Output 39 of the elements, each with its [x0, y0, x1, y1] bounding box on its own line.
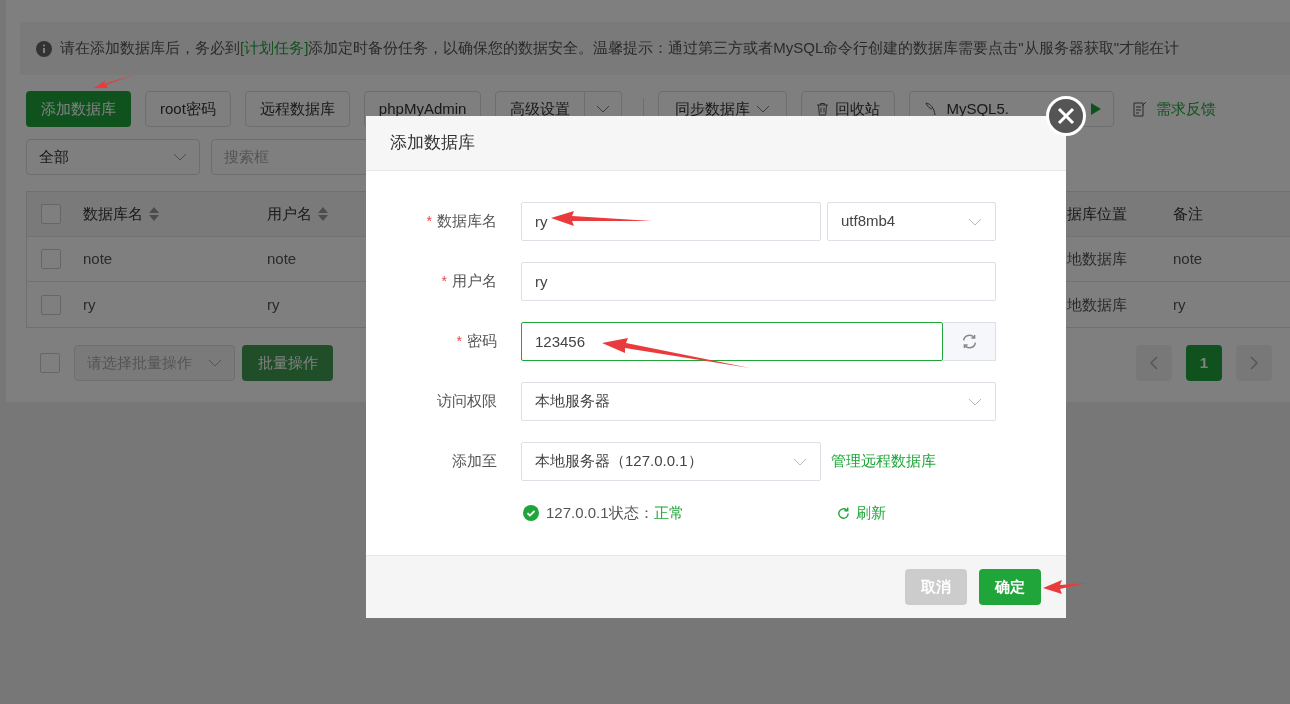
table-cell: 地数据库	[1067, 250, 1127, 267]
field-label: 访问权限	[437, 391, 497, 412]
add-database-button[interactable]: 添加数据库	[26, 91, 131, 127]
status-text: 127.0.0.1状态：正常	[546, 502, 684, 523]
required-mark: *	[456, 332, 462, 351]
refresh-link[interactable]: 刷新	[835, 501, 886, 525]
category-select[interactable]: 全部	[26, 139, 200, 175]
bulk-action-button[interactable]: 批量操作	[242, 345, 333, 381]
table-cell: ry	[267, 295, 280, 313]
select-field[interactable]: 本地服务器（127.0.0.1）	[521, 442, 821, 481]
field-label: 用户名	[452, 271, 497, 292]
required-mark: *	[426, 212, 432, 231]
text-field[interactable]: ry	[521, 262, 996, 301]
column-header[interactable]: 数据库名	[83, 202, 159, 226]
confirm-button[interactable]: 确定	[979, 569, 1041, 605]
notice-text: 请在添加数据库后，务必到[计划任务]添加定时备份任务，以确保您的数据安全。温馨提示：通过第三方或者MySQL命令行创建的数据库需要点击"从服务器获取"才能在计	[60, 38, 1179, 59]
column-header: 据库位置	[1067, 203, 1127, 224]
select-field[interactable]: 本地服务器	[521, 382, 996, 421]
select-field[interactable]: utf8mb4	[827, 202, 996, 241]
toolbar-button[interactable]: 远程数据库	[244, 91, 350, 127]
column-header: 备注	[1173, 203, 1203, 224]
field-label: 添加至	[452, 451, 497, 472]
text-field[interactable]: 123456	[521, 322, 943, 361]
column-header[interactable]: 用户名	[267, 202, 328, 226]
table-cell: note	[267, 250, 297, 267]
required-mark: *	[441, 272, 447, 291]
table-cell: note	[1173, 250, 1203, 267]
feedback-link[interactable]: 需求反馈	[1133, 91, 1217, 127]
table-cell: ry	[1173, 295, 1186, 313]
field-label: 数据库名	[437, 211, 497, 232]
toolbar-button[interactable]: root密码	[145, 91, 231, 127]
field-label: 密码	[467, 331, 497, 352]
text-field[interactable]: ry	[521, 202, 821, 241]
table-cell: note	[83, 250, 113, 267]
page-button[interactable]: 1	[1186, 345, 1222, 381]
category-value: 全部	[39, 146, 69, 167]
table-cell: 地数据库	[1067, 295, 1127, 313]
manage-remote-link[interactable]: 管理远程数据库	[831, 450, 936, 473]
table-cell: ry	[83, 295, 96, 313]
